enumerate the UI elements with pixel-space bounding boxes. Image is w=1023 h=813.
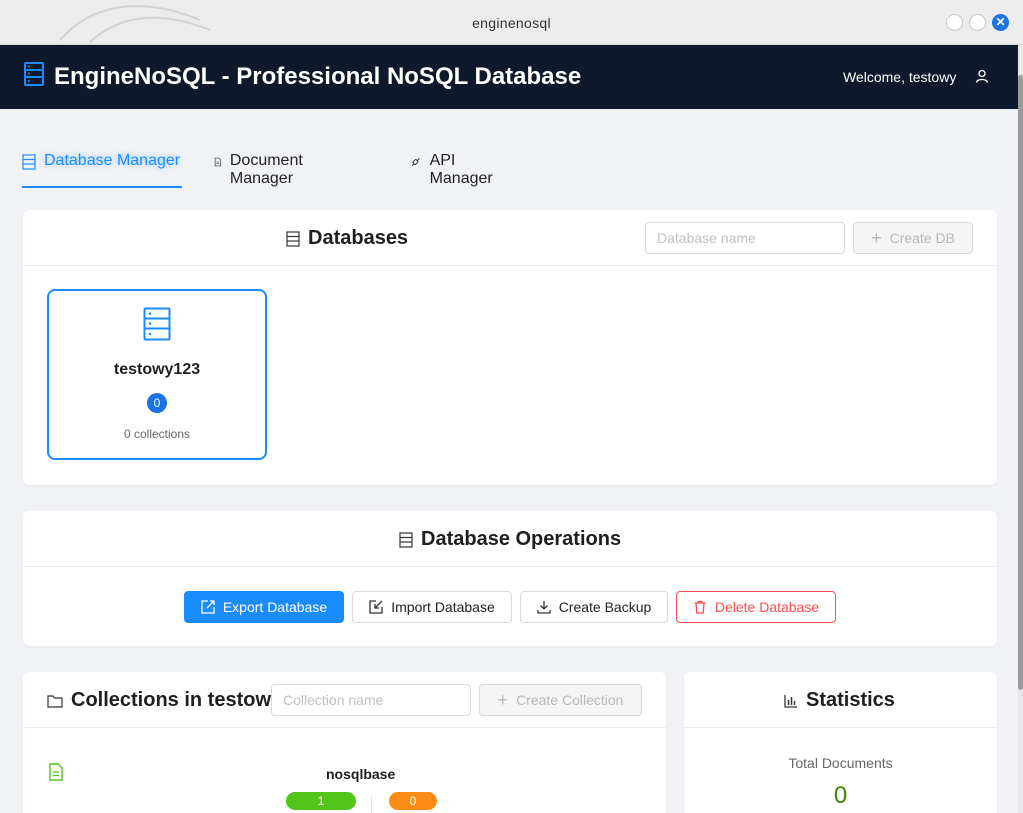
minimize-button[interactable] [946,14,963,31]
database-icon [22,154,36,170]
close-button[interactable]: ✕ [992,14,1009,31]
card-header: Database Operations [23,511,997,567]
tab-label: API Manager [429,152,493,187]
create-backup-button[interactable]: Create Backup [520,591,668,623]
scrollbar[interactable] [1018,45,1023,813]
close-icon: ✕ [995,15,1006,29]
card-header: Statistics [684,672,997,728]
database-icon [286,230,300,247]
collection-count-badge: 0 [147,393,167,413]
user-icon[interactable] [975,69,989,83]
scrollbar-thumb[interactable] [1018,75,1023,690]
total-documents-label: Total Documents [788,755,893,771]
plus-icon: + [497,689,509,710]
tab-label: Document Manager [229,152,303,187]
file-icon [49,763,63,781]
welcome-text: Welcome, testowy [843,69,957,85]
create-collection-button[interactable]: + Create Collection [479,684,642,716]
collection-count-badge-green: 1 [286,792,356,810]
collection-count-badge-orange: 0 [389,792,437,810]
total-documents-value: 0 [833,782,848,809]
trash-icon [694,600,706,614]
export-icon [201,600,215,614]
tab-label: Database Manager [44,152,181,169]
button-label: Create DB [889,230,955,246]
document-icon [214,157,222,167]
button-label: Import Database [391,599,495,615]
collections-title: Collections in testow [47,689,271,712]
window-titlebar: enginenosql ✕ [0,0,1023,45]
database-icon [399,531,413,548]
button-label: Create Collection [516,692,624,708]
collections-card: Collections in testow + Create Collectio… [23,672,666,813]
statistics-title: Statistics [784,689,895,712]
app-title: EngineNoSQL - Professional NoSQL Databas… [54,63,582,90]
delete-database-button[interactable]: Delete Database [676,591,836,623]
api-icon [411,158,420,166]
card-header: Collections in testow + Create Collectio… [23,672,666,728]
export-database-button[interactable]: Export Database [184,591,344,623]
bar-chart-icon [784,694,797,708]
app-header: EngineNoSQL - Professional NoSQL Databas… [0,45,1020,109]
window-title: enginenosql [472,15,551,31]
collections-count-text: 0 collections [123,427,191,441]
databases-title: Databases [286,227,408,250]
collection-name-input[interactable] [271,684,471,716]
card-title-text: Collections in testow [71,689,272,711]
button-label: Create Backup [558,599,652,615]
databases-card: Databases + Create DB testowy123 0 0 col… [23,210,997,485]
tab-api-manager[interactable]: API Manager [410,140,497,188]
button-label: Delete Database [714,599,820,615]
plus-icon: + [871,227,882,248]
database-name: testowy123 [113,361,201,378]
button-label: Export Database [222,599,328,615]
operations-card: Database Operations Export Database Impo… [23,511,997,646]
tab-database-manager[interactable]: Database Manager [22,140,182,188]
maximize-button[interactable] [969,14,986,31]
divider [371,796,372,813]
card-header: Databases + Create DB [23,210,997,266]
folder-icon [47,694,63,708]
card-title-text: Databases [308,227,409,249]
collection-item[interactable]: nosqlbase 1 0 [23,752,666,813]
collection-name: nosqlbase [326,766,396,782]
database-item[interactable]: testowy123 0 0 collections [47,289,267,460]
tab-document-manager[interactable]: Document Manager [214,140,309,188]
database-icon [24,62,44,86]
card-title-text: Database Operations [421,528,622,550]
database-name-input[interactable] [645,222,845,254]
import-database-button[interactable]: Import Database [352,591,512,623]
database-icon [143,307,171,341]
download-icon [537,601,551,614]
statistics-card: Statistics Total Documents 0 [684,672,997,813]
operations-title: Database Operations [399,528,621,551]
card-title-text: Statistics [806,689,895,711]
import-icon [369,600,383,614]
create-db-button[interactable]: + Create DB [853,222,973,254]
